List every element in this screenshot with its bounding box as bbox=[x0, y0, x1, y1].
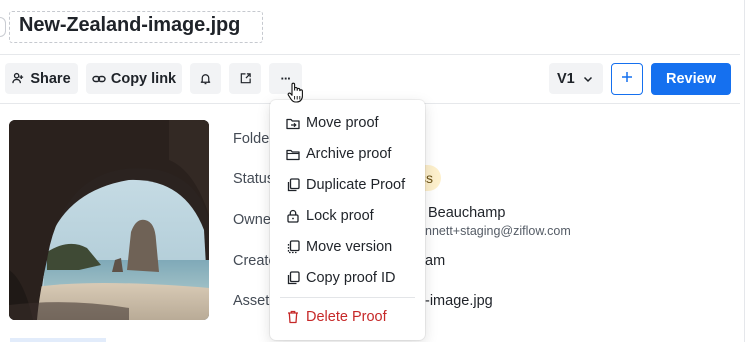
menu-item-archive-proof[interactable]: Archive proof bbox=[270, 140, 425, 168]
version-select[interactable]: V1 bbox=[549, 63, 603, 94]
move-version-icon bbox=[286, 240, 300, 254]
owner-email: nnett+staging@ziflow.com bbox=[425, 224, 571, 238]
export-button[interactable] bbox=[229, 63, 261, 94]
share-button[interactable]: Share bbox=[5, 63, 78, 94]
header-divider bbox=[0, 54, 740, 55]
menu-item-lock-proof[interactable]: Lock proof bbox=[270, 202, 425, 230]
menu-item-label: Move proof bbox=[306, 115, 379, 131]
review-button[interactable]: Review bbox=[651, 63, 731, 95]
bell-icon bbox=[199, 72, 212, 85]
duplicate-icon bbox=[286, 178, 300, 192]
chevron-down-icon bbox=[583, 74, 593, 84]
menu-item-label: Duplicate Proof bbox=[306, 177, 406, 193]
menu-item-label: Archive proof bbox=[306, 146, 392, 162]
plus-icon bbox=[621, 70, 633, 88]
copy-link-label: Copy link bbox=[110, 70, 177, 87]
link-icon bbox=[92, 72, 106, 86]
status-label: Status bbox=[233, 171, 275, 187]
folder-archive-icon bbox=[286, 147, 300, 161]
file-title: New-Zealand-image.jpg bbox=[19, 14, 241, 36]
menu-item-label: Copy proof ID bbox=[306, 270, 396, 286]
trash-icon bbox=[286, 310, 300, 324]
copy-link-button[interactable]: Copy link bbox=[86, 63, 182, 94]
file-title-field[interactable]: New-Zealand-image.jpg bbox=[9, 11, 263, 43]
menu-item-duplicate-proof[interactable]: Duplicate Proof bbox=[270, 171, 425, 199]
owner-name: Beauchamp bbox=[428, 205, 506, 221]
menu-item-label: Delete Proof bbox=[306, 309, 387, 325]
asset-value: -image.jpg bbox=[425, 293, 493, 309]
menu-item-label: Move version bbox=[306, 239, 393, 255]
created-value: am bbox=[425, 253, 446, 269]
notifications-button[interactable] bbox=[190, 63, 221, 94]
menu-item-move-proof[interactable]: Move proof bbox=[270, 109, 425, 137]
copy-icon bbox=[286, 271, 300, 285]
bottom-tab-indicator bbox=[10, 338, 106, 342]
version-label: V1 bbox=[557, 70, 575, 87]
menu-item-label: Lock proof bbox=[306, 208, 374, 224]
more-actions-menu: Move proof Archive proof Duplicate Proof… bbox=[270, 100, 425, 340]
hand-cursor-icon bbox=[286, 82, 306, 104]
share-label: Share bbox=[30, 70, 71, 87]
proof-thumbnail[interactable] bbox=[9, 120, 209, 320]
menu-item-move-version[interactable]: Move version bbox=[270, 233, 425, 261]
external-share-icon bbox=[239, 72, 252, 85]
menu-divider bbox=[280, 297, 415, 298]
panel-toggle-handle[interactable] bbox=[0, 17, 6, 37]
folder-move-icon bbox=[286, 116, 300, 130]
menu-item-copy-proof-id[interactable]: Copy proof ID bbox=[270, 264, 425, 292]
menu-item-delete-proof[interactable]: Delete Proof bbox=[270, 303, 425, 331]
lock-icon bbox=[286, 209, 300, 223]
asset-label: Asset bbox=[233, 293, 270, 309]
folder-label: Folde bbox=[233, 131, 270, 147]
owner-label: Owne bbox=[233, 212, 271, 228]
proof-detail-page: New-Zealand-image.jpg Share Copy link ··… bbox=[0, 0, 745, 342]
add-user-icon bbox=[12, 72, 25, 85]
add-button[interactable] bbox=[611, 63, 643, 95]
